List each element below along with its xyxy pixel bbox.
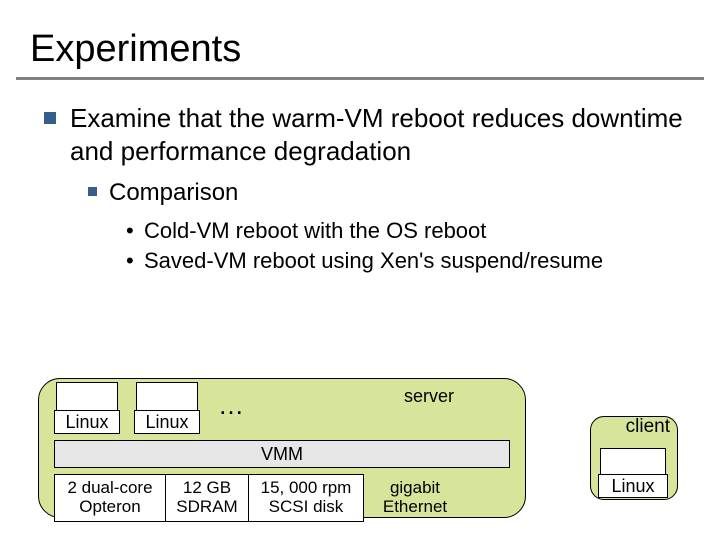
vm-box-1 xyxy=(56,382,118,412)
bullet-level1: Examine that the warm-VM reboot reduces … xyxy=(44,102,692,167)
client-os-label: Linux xyxy=(598,474,668,498)
vm-os-label-2: Linux xyxy=(134,410,200,434)
bullet-item-1: Saved-VM reboot using Xen's suspend/resu… xyxy=(126,246,692,276)
slide-title: Experiments xyxy=(0,0,720,77)
server-label: server xyxy=(404,386,454,407)
hw-disk: 15, 000 rpm SCSI disk xyxy=(248,474,364,522)
bullet-item-0: Cold-VM reboot with the OS reboot xyxy=(126,216,692,246)
client-label: client xyxy=(598,416,670,438)
vmm-layer: VMM xyxy=(54,440,510,468)
hw-cpu: 2 dual-core Opteron xyxy=(54,474,166,522)
bullet-text-sub: Comparison xyxy=(109,177,238,208)
ellipsis-icon: … xyxy=(218,390,244,421)
bullet-level2: Comparison xyxy=(88,177,692,208)
bullet-text-main: Examine that the warm-VM reboot reduces … xyxy=(70,102,692,167)
client-vm-box xyxy=(600,448,666,476)
square-bullet-icon xyxy=(44,112,56,124)
square-bullet-icon xyxy=(88,187,97,196)
vm-os-label-1: Linux xyxy=(54,410,120,434)
hw-ram: 12 GB SDRAM xyxy=(165,474,249,522)
content-area: Examine that the warm-VM reboot reduces … xyxy=(0,80,720,276)
hw-net: gigabit Ethernet xyxy=(363,474,467,522)
hardware-row: 2 dual-core Opteron 12 GB SDRAM 15, 000 … xyxy=(54,474,510,522)
vm-box-2 xyxy=(136,382,198,412)
architecture-diagram: server Linux Linux … VMM 2 dual-core Opt… xyxy=(38,378,688,528)
bullet-level3-group: Cold-VM reboot with the OS reboot Saved-… xyxy=(126,216,692,275)
